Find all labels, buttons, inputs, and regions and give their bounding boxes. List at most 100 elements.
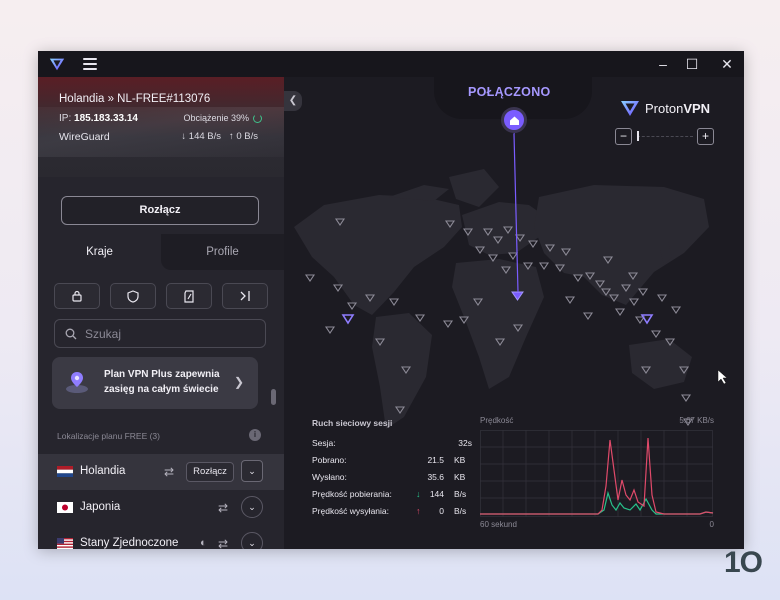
p2p-filter-button[interactable] bbox=[166, 283, 212, 309]
speed-chart: Prędkość 5.67 KB/s 60 sekund 0 bbox=[480, 416, 716, 536]
info-icon[interactable]: i bbox=[249, 429, 261, 441]
tab-profiles[interactable]: Profile bbox=[161, 234, 284, 270]
search-input[interactable] bbox=[85, 326, 255, 341]
upload-speed: ↑ 0 B/s bbox=[228, 131, 258, 142]
chevron-down-icon[interactable]: ⌄ bbox=[241, 496, 263, 518]
stat-unit: KB bbox=[454, 455, 466, 465]
speed-chart-max: 5.67 KB/s bbox=[679, 416, 714, 425]
country-name: Japonia bbox=[80, 501, 121, 513]
maximize-button[interactable]: ☐ bbox=[683, 55, 701, 73]
session-stats-title: Ruch sieciowy sesji bbox=[312, 418, 393, 428]
server-load-label: Obciążenie 39% bbox=[183, 113, 249, 123]
download-series-line bbox=[480, 437, 714, 515]
title-bar: – ☐ ✕ bbox=[38, 51, 744, 77]
speed-readout: ↓ 144 B/s ↑ 0 B/s bbox=[181, 131, 258, 142]
zoom-out-button[interactable]: − bbox=[615, 128, 632, 145]
load-ring-icon bbox=[253, 113, 262, 123]
speed-chart-title: Prędkość bbox=[480, 416, 514, 425]
usa-flag-icon bbox=[57, 538, 73, 549]
netshield-filter-button[interactable] bbox=[110, 283, 156, 309]
stat-label: Prędkość wysyłania: bbox=[312, 506, 390, 516]
stat-upload-speed: Prędkość wysyłania: ↑ 0 B/s bbox=[312, 506, 472, 523]
ip-value: 185.183.33.14 bbox=[74, 113, 138, 124]
feature-filters bbox=[54, 283, 268, 309]
stat-label: Prędkość pobierania: bbox=[312, 489, 392, 499]
brand-wordmark: ProtonVPN bbox=[645, 101, 710, 116]
hamburger-menu-icon[interactable] bbox=[83, 58, 97, 70]
sidebar-scrollbar[interactable] bbox=[271, 389, 276, 405]
app-window: – ☐ ✕ Holandia » NL-FREE#113076 IP: 185.… bbox=[38, 51, 744, 549]
lock-icon bbox=[72, 290, 82, 302]
p2p-icon bbox=[184, 289, 194, 303]
speed-chart-x-start: 60 sekund bbox=[480, 520, 517, 529]
stat-unit: KB bbox=[454, 472, 466, 482]
country-row-netherlands[interactable]: Holandia ⇄ Rozłącz ⌄ bbox=[38, 454, 284, 490]
chevron-down-icon[interactable]: ⌄ bbox=[241, 532, 263, 549]
tor-filter-button[interactable] bbox=[222, 283, 268, 309]
free-server-japan-icon bbox=[640, 314, 654, 325]
zoom-track[interactable] bbox=[637, 136, 693, 137]
tor-icon bbox=[240, 291, 250, 301]
session-stats: Ruch sieciowy sesji Sesja: 32s Pobrano: … bbox=[312, 418, 472, 523]
shield-icon bbox=[127, 289, 139, 303]
protocol-label: WireGuard bbox=[59, 131, 110, 143]
collapse-sidebar-button[interactable]: ❮ bbox=[284, 91, 302, 111]
chevron-right-icon: ❯ bbox=[233, 375, 244, 389]
map-panel: ❮ POŁĄCZONO ProtonVPN − + Ruch sieciowy … bbox=[284, 77, 744, 549]
free-locations-header: Lokalizacje planu FREE (3) bbox=[57, 431, 160, 441]
watermark-logo: 1O bbox=[724, 546, 763, 579]
download-arrow-icon: ↓ bbox=[416, 489, 421, 499]
stat-value: 32s bbox=[458, 438, 472, 448]
stat-uploaded: Wysłano: 35.6 KB bbox=[312, 472, 472, 489]
speed-chart-plot bbox=[480, 430, 714, 517]
connection-status: POŁĄCZONO bbox=[468, 85, 551, 99]
protonvpn-logo-icon bbox=[621, 101, 639, 116]
sidebar-tabs: Kraje Profile bbox=[38, 234, 284, 270]
minimize-button[interactable]: – bbox=[654, 55, 672, 73]
brand-proton: Proton bbox=[645, 100, 684, 116]
zoom-control: − + bbox=[615, 128, 716, 146]
upload-series-line bbox=[480, 490, 714, 515]
ip-label: IP: bbox=[59, 113, 72, 124]
location-pin-icon bbox=[66, 372, 88, 393]
netherlands-flag-icon bbox=[57, 466, 73, 477]
country-disconnect-button[interactable]: Rozłącz bbox=[186, 462, 234, 482]
ip-address: IP: 185.183.33.14 bbox=[59, 113, 138, 124]
server-name: Holandia » NL-FREE#113076 bbox=[59, 93, 211, 105]
promo-text: Plan VPN Plus zapewnia zasięg na całym ś… bbox=[104, 369, 220, 395]
zoom-in-button[interactable]: + bbox=[697, 128, 714, 145]
tor-icon: ◐ bbox=[200, 537, 207, 549]
search-field[interactable] bbox=[54, 319, 266, 348]
stat-value: 144 bbox=[429, 489, 444, 499]
japan-flag-icon bbox=[57, 502, 73, 513]
close-button[interactable]: ✕ bbox=[718, 55, 736, 73]
stat-unit: B/s bbox=[454, 506, 467, 516]
brand-vpn: VPN bbox=[683, 100, 711, 116]
stat-label: Pobrano: bbox=[312, 455, 347, 465]
country-name: Stany Zjednoczone bbox=[80, 537, 179, 549]
stat-label: Wysłano: bbox=[312, 472, 347, 482]
chevron-down-icon[interactable]: ⌄ bbox=[241, 460, 263, 482]
zoom-slider-handle[interactable] bbox=[637, 131, 639, 141]
sidebar: Holandia » NL-FREE#113076 IP: 185.183.33… bbox=[38, 77, 284, 549]
search-icon bbox=[65, 328, 77, 339]
country-row-united-states[interactable]: Stany Zjednoczone ◐ ⇄ ⌄ bbox=[38, 526, 284, 549]
swap-icon: ⇄ bbox=[218, 537, 229, 549]
secure-core-filter-button[interactable] bbox=[54, 283, 100, 309]
stat-download-speed: Prędkość pobierania: ↓ 144 B/s bbox=[312, 489, 472, 506]
stat-value: 0 bbox=[439, 506, 444, 516]
protonvpn-brand: ProtonVPN bbox=[620, 99, 710, 117]
swap-icon: ⇄ bbox=[164, 465, 175, 479]
stat-label: Sesja: bbox=[312, 438, 336, 448]
disconnect-button[interactable]: Rozłącz bbox=[61, 196, 259, 225]
speed-chart-x-end: 0 bbox=[709, 520, 714, 529]
home-icon bbox=[509, 116, 519, 125]
upload-arrow-icon: ↑ bbox=[416, 506, 421, 516]
free-server-usa-icon bbox=[341, 314, 355, 325]
country-row-japan[interactable]: Japonia ⇄ ⌄ bbox=[38, 490, 284, 526]
stat-downloaded: Pobrano: 21.5 KB bbox=[312, 455, 472, 472]
stat-session: Sesja: 32s bbox=[312, 438, 472, 455]
upgrade-promo-card[interactable]: Plan VPN Plus zapewnia zasięg na całym ś… bbox=[52, 357, 258, 409]
home-location-node[interactable] bbox=[501, 107, 527, 133]
tab-countries[interactable]: Kraje bbox=[38, 234, 161, 270]
